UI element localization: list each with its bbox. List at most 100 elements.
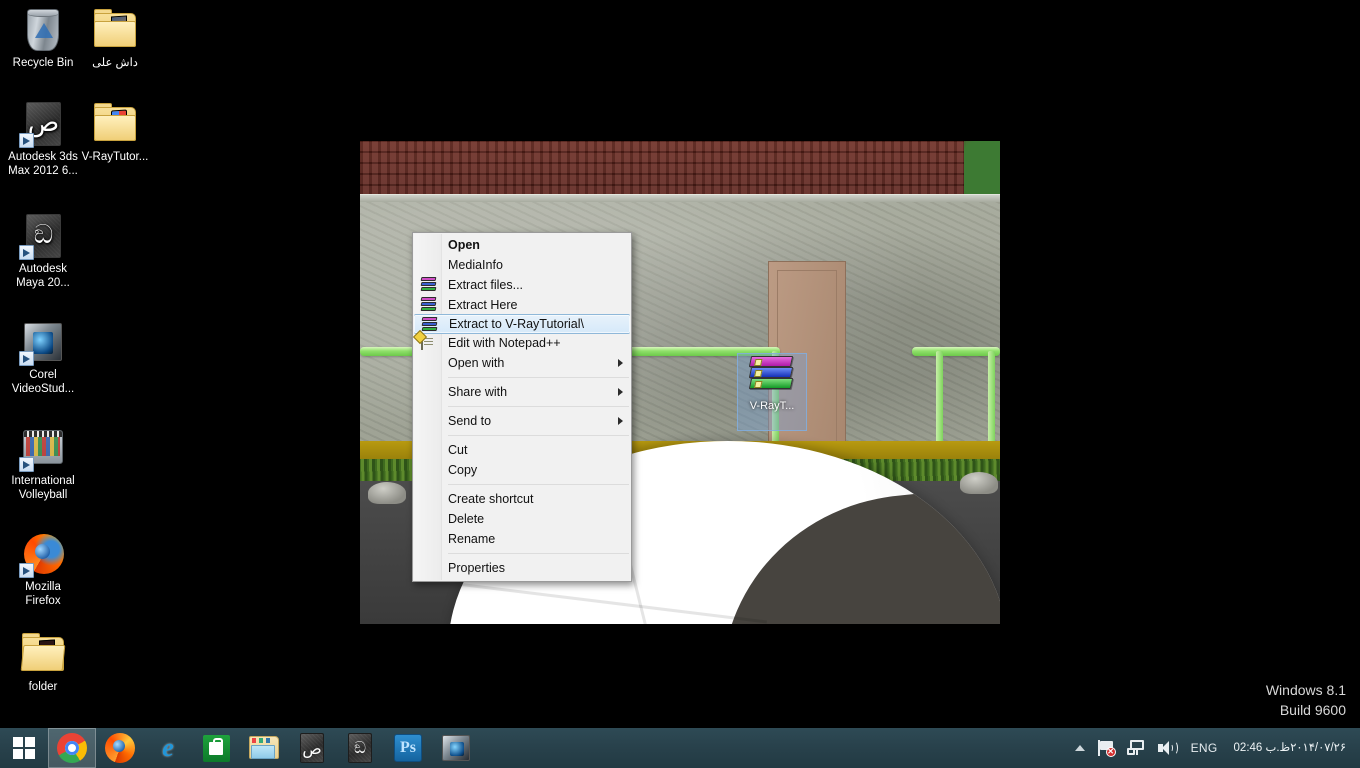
- menu-item-label: Cut: [448, 443, 468, 457]
- menu-item-label: Extract to V-RayTutorial\: [449, 317, 584, 331]
- firefox-icon: [105, 733, 135, 763]
- corel-videostudio-icon: [19, 318, 67, 366]
- desktop-icon-folder[interactable]: folder: [4, 630, 82, 695]
- desktop-icon-label: Autodesk 3ds Max 2012 6...: [8, 151, 78, 177]
- menu-item-extract-here[interactable]: Extract Here: [413, 295, 631, 315]
- desktop-icon-label: Mozilla Firefox: [25, 581, 61, 607]
- menu-item-label: Extract files...: [448, 278, 524, 292]
- stone: [368, 482, 406, 504]
- desktop-icon-label: folder: [28, 681, 58, 693]
- menu-item-properties[interactable]: Properties: [413, 558, 631, 578]
- 3ds-max-icon: ص: [300, 733, 324, 763]
- menu-separator: [448, 484, 629, 485]
- folder-icon: [91, 6, 139, 54]
- taskbar-corel-videostudio[interactable]: [432, 728, 480, 768]
- shortcut-overlay-icon: [19, 351, 34, 366]
- windows-activation-watermark: Windows 8.1 Build 9600: [1266, 680, 1346, 720]
- shortcut-overlay-icon: [19, 457, 34, 472]
- roof: [360, 141, 1000, 197]
- desktop-icon-v-ray-tutorial-folder[interactable]: V-RayTutor...: [76, 100, 154, 165]
- menu-separator: [448, 553, 629, 554]
- firefox-icon: [19, 530, 67, 578]
- start-button[interactable]: [0, 728, 48, 768]
- selected-archive-file[interactable]: V-RayT...: [737, 353, 807, 431]
- menu-item-rename[interactable]: Rename: [413, 529, 631, 549]
- desktop-icon-label: Autodesk Maya 20...: [16, 263, 70, 289]
- chrome-icon: [57, 733, 87, 763]
- desktop-icon-label: International Volleyball: [11, 475, 75, 501]
- chevron-right-icon: [618, 359, 623, 367]
- menu-item-mediainfo[interactable]: MediaInfo: [413, 255, 631, 275]
- menu-item-copy[interactable]: Copy: [413, 460, 631, 480]
- show-hidden-icons-button[interactable]: [1069, 745, 1091, 751]
- watermark-line-1: Windows 8.1: [1265, 682, 1346, 698]
- volume-icon: [1157, 740, 1178, 756]
- recycle-bin-icon: [19, 6, 67, 54]
- volleyball-icon: [19, 424, 67, 472]
- taskbar-maya[interactable]: ඞ: [336, 728, 384, 768]
- menu-separator: [448, 406, 629, 407]
- corel-icon: [442, 735, 470, 761]
- shortcut-overlay-icon: [19, 133, 34, 148]
- shortcut-overlay-icon: [19, 245, 34, 260]
- menu-item-label: Send to: [448, 414, 492, 428]
- menu-item-edit-with-notepadpp[interactable]: Edit with Notepad++: [413, 333, 631, 353]
- menu-item-extract-files[interactable]: Extract files...: [413, 275, 631, 295]
- desktop-screen: Recycle Bin داش على ص Autodesk 3ds Max 2…: [0, 0, 1360, 768]
- context-menu[interactable]: Open MediaInfo Extract files... Extract …: [412, 232, 632, 582]
- railing-post: [936, 351, 943, 446]
- desktop-icon-dash-ali[interactable]: داش على: [76, 6, 154, 71]
- desktop-icon-label: Recycle Bin: [12, 57, 74, 69]
- volume-button[interactable]: [1151, 740, 1183, 756]
- desktop-icon-label: داش على: [92, 57, 138, 69]
- menu-item-open[interactable]: Open: [413, 235, 631, 255]
- menu-item-delete[interactable]: Delete: [413, 509, 631, 529]
- shortcut-overlay-icon: [19, 563, 34, 578]
- taskbar-firefox[interactable]: [96, 728, 144, 768]
- maya-icon: ඞ: [19, 212, 67, 260]
- menu-item-send-to[interactable]: Send to: [413, 411, 631, 431]
- desktop-icon-label: V-RayTutor...: [81, 151, 149, 163]
- store-icon: [202, 734, 230, 762]
- chevron-up-icon: [1074, 745, 1085, 751]
- taskbar-file-explorer[interactable]: [240, 728, 288, 768]
- system-tray: ✕ ENG 02:46 ظ.ب ۲۰۱۴/۰۷/۲۶: [1069, 728, 1360, 768]
- menu-item-label: Delete: [448, 512, 485, 526]
- menu-item-extract-to-folder[interactable]: Extract to V-RayTutorial\: [414, 314, 630, 334]
- archive-file-label: V-RayT...: [749, 400, 795, 412]
- flag-icon: ✕: [1097, 740, 1116, 757]
- menu-item-label: Extract Here: [448, 298, 518, 312]
- taskbar-internet-explorer[interactable]: e: [144, 728, 192, 768]
- maya-icon: ඞ: [348, 733, 372, 763]
- menu-item-label: Rename: [448, 532, 496, 546]
- menu-item-open-with[interactable]: Open with: [413, 353, 631, 373]
- network-icon: [1126, 740, 1145, 756]
- desktop-icon-mozilla-firefox[interactable]: Mozilla Firefox: [4, 530, 82, 608]
- railing-post: [988, 351, 995, 446]
- winrar-icon: [420, 277, 437, 293]
- desktop-icon-autodesk-3ds-max[interactable]: ص Autodesk 3ds Max 2012 6...: [4, 100, 82, 178]
- menu-item-label: Open: [448, 238, 480, 252]
- internet-explorer-icon: e: [162, 733, 174, 762]
- desktop-icon-international-volleyball[interactable]: International Volleyball: [4, 424, 82, 502]
- winrar-icon: [420, 297, 437, 313]
- taskbar: e ص ඞ Ps ✕ ENG 02:46 ظ.ب ۲۰۱۴/۰۷/۲۶: [0, 728, 1360, 768]
- menu-item-label: Properties: [448, 561, 505, 575]
- action-center-button[interactable]: ✕: [1091, 740, 1121, 757]
- menu-item-label: Open with: [448, 356, 505, 370]
- taskbar-3ds-max[interactable]: ص: [288, 728, 336, 768]
- menu-item-label: Create shortcut: [448, 492, 534, 506]
- desktop-icon-corel-videostudio[interactable]: Corel VideoStud...: [4, 318, 82, 396]
- taskbar-photoshop[interactable]: Ps: [384, 728, 432, 768]
- desktop-icon-recycle-bin[interactable]: Recycle Bin: [4, 6, 82, 71]
- taskbar-store[interactable]: [192, 728, 240, 768]
- clock[interactable]: 02:46 ظ.ب ۲۰۱۴/۰۷/۲۶: [1226, 741, 1354, 756]
- taskbar-chrome[interactable]: [48, 728, 96, 768]
- network-button[interactable]: [1121, 740, 1151, 756]
- winrar-icon: [421, 317, 438, 333]
- desktop-icon-autodesk-maya[interactable]: ඞ Autodesk Maya 20...: [4, 212, 82, 290]
- menu-item-cut[interactable]: Cut: [413, 440, 631, 460]
- menu-item-create-shortcut[interactable]: Create shortcut: [413, 489, 631, 509]
- language-indicator[interactable]: ENG: [1183, 741, 1226, 755]
- menu-item-share-with[interactable]: Share with: [413, 382, 631, 402]
